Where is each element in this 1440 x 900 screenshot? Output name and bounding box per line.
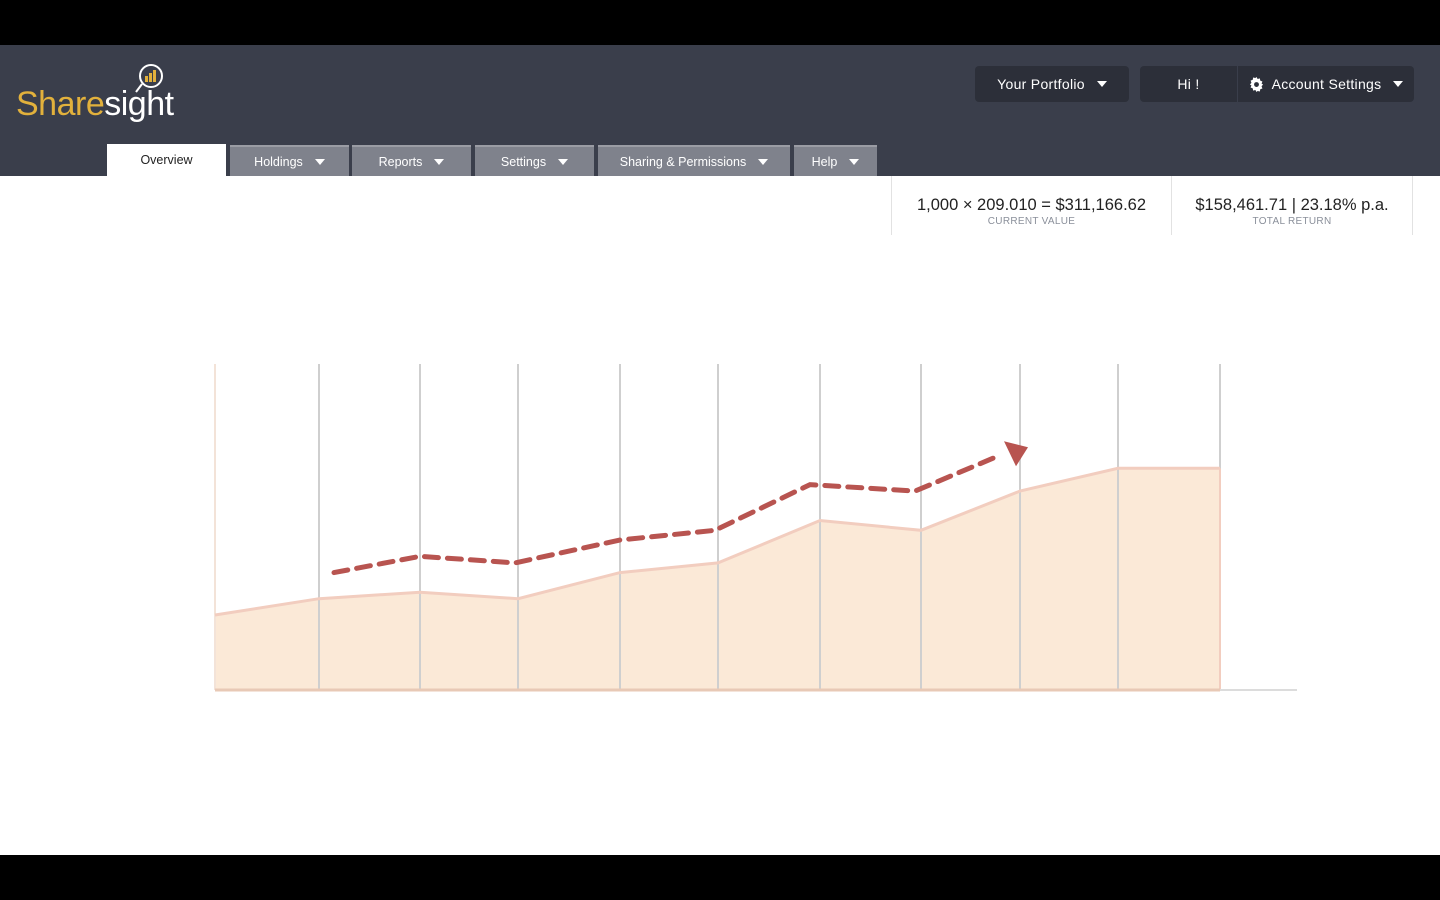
caret-down-icon <box>849 158 860 165</box>
tab-holdings[interactable]: Holdings <box>230 145 349 176</box>
account-settings-dropdown[interactable]: Account Settings <box>1238 66 1414 102</box>
tab-holdings-label: Holdings <box>254 154 303 169</box>
letterbox-top <box>0 0 1440 45</box>
tab-help-label: Help <box>811 154 838 169</box>
your-portfolio-label: Your Portfolio <box>997 76 1085 92</box>
logo-part-share: Share <box>16 85 105 123</box>
tab-overview-label: Overview <box>140 153 193 167</box>
overview-content: 1,000 × 209.010 = $311,166.62 CURRENT VA… <box>0 176 1440 855</box>
tab-sharing-permissions-label: Sharing & Permissions <box>619 154 747 169</box>
logo-wordmark: Sharesight <box>16 85 174 124</box>
greeting-button[interactable]: Hi ! <box>1140 66 1238 102</box>
letterbox-bottom <box>0 855 1440 900</box>
sharesight-logo[interactable]: Sharesight <box>16 61 176 131</box>
tab-reports[interactable]: Reports <box>352 145 471 176</box>
caret-down-icon <box>1096 81 1107 87</box>
portfolio-chart <box>214 364 1297 692</box>
gear-icon <box>1249 76 1264 92</box>
app-header: Sharesight Your Portfolio Hi ! Account S… <box>0 45 1440 176</box>
tab-settings[interactable]: Settings <box>475 145 594 176</box>
your-portfolio-dropdown[interactable]: Your Portfolio <box>975 66 1129 102</box>
arrowhead-icon <box>1004 441 1028 467</box>
caret-down-icon <box>434 158 445 165</box>
caret-down-icon <box>558 158 569 165</box>
account-settings-label: Account Settings <box>1271 76 1382 92</box>
greeting-label: Hi ! <box>1177 76 1200 92</box>
caret-down-icon <box>1393 81 1404 87</box>
caret-down-icon <box>758 158 769 165</box>
tab-settings-label: Settings <box>500 154 547 169</box>
tab-help[interactable]: Help <box>794 145 877 176</box>
tab-reports-label: Reports <box>378 154 423 169</box>
tab-overview[interactable]: Overview <box>107 144 226 176</box>
tab-sharing-permissions[interactable]: Sharing & Permissions <box>598 145 790 176</box>
caret-down-icon <box>314 158 325 165</box>
logo-part-sight: sight <box>104 85 174 123</box>
main-tabs: Overview Holdings Reports Settings Shari… <box>0 144 1440 176</box>
